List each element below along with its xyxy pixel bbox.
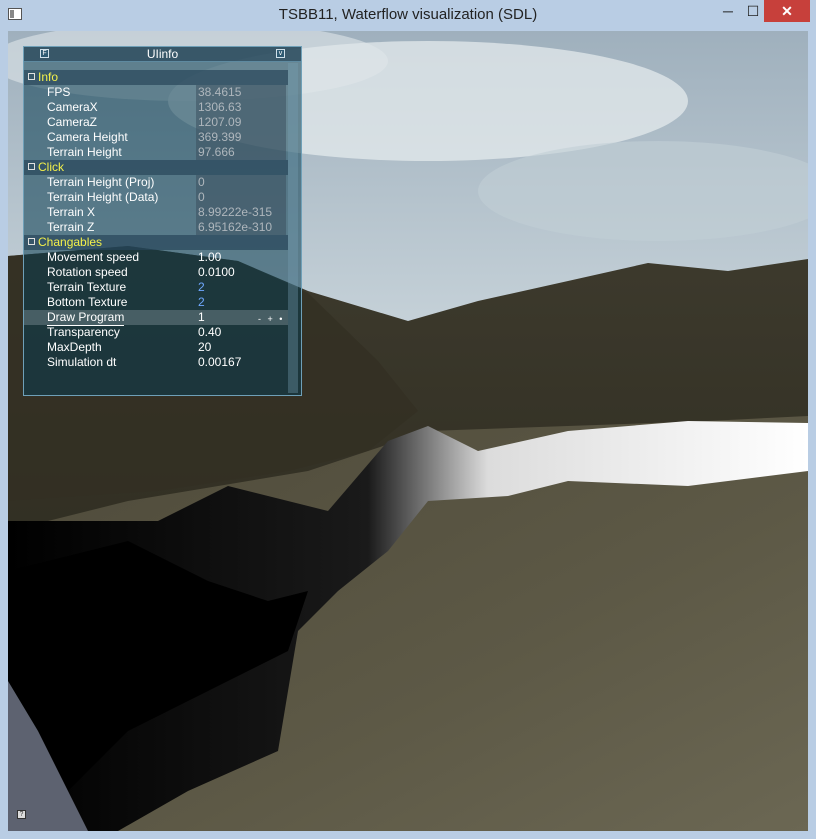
row-label: Terrain Height (Data) bbox=[47, 190, 159, 204]
window-titlebar[interactable]: TSBB11, Waterflow visualization (SDL) ─ … bbox=[0, 0, 816, 32]
row-draw-program[interactable]: Draw Program 1- + • bbox=[24, 310, 288, 326]
row-value: 1306.63 bbox=[196, 100, 286, 115]
row-terrain-height: Terrain Height 97.666 bbox=[24, 145, 288, 160]
window-title: TSBB11, Waterflow visualization (SDL) bbox=[278, 6, 538, 23]
row-bottom-texture[interactable]: Bottom Texture 2 bbox=[24, 295, 288, 310]
row-value: 0 bbox=[196, 190, 286, 205]
row-fps: FPS 38.4615 bbox=[24, 85, 288, 100]
row-rotation-speed[interactable]: Rotation speed 0.0100 bbox=[24, 265, 288, 280]
collapse-toggle-icon[interactable] bbox=[28, 73, 35, 80]
row-label: CameraZ bbox=[47, 115, 98, 129]
row-cameraz: CameraZ 1207.09 bbox=[24, 115, 288, 130]
row-terrain-height-data: Terrain Height (Data) 0 bbox=[24, 190, 288, 205]
row-label: Draw Program bbox=[47, 310, 125, 326]
row-label: Terrain Height (Proj) bbox=[47, 175, 155, 189]
terrain-texture-field[interactable]: 2 bbox=[196, 280, 286, 295]
rotation-speed-field[interactable]: 0.0100 bbox=[196, 265, 286, 280]
window-frame-right bbox=[808, 31, 816, 839]
row-value: 8.99222e-315 bbox=[196, 205, 286, 220]
row-label: Terrain Height bbox=[47, 145, 122, 159]
row-label: Camera Height bbox=[47, 130, 128, 144]
row-terrain-texture[interactable]: Terrain Texture 2 bbox=[24, 280, 288, 295]
row-terrain-x: Terrain X 8.99222e-315 bbox=[24, 205, 288, 220]
maxdepth-field[interactable]: 20 bbox=[196, 340, 286, 355]
row-terrain-z: Terrain Z 6.95162e-310 bbox=[24, 220, 288, 235]
collapse-toggle-icon[interactable] bbox=[28, 163, 35, 170]
row-label: CameraX bbox=[47, 100, 98, 114]
row-label: Simulation dt bbox=[47, 355, 117, 369]
panel-scrollbar[interactable] bbox=[288, 63, 298, 393]
group-changables[interactable]: Changables bbox=[24, 235, 288, 250]
transparency-field[interactable]: 0.40 bbox=[196, 325, 286, 340]
collapse-toggle-icon[interactable] bbox=[28, 238, 35, 245]
group-label: Info bbox=[38, 70, 59, 84]
window-frame-bottom bbox=[0, 831, 816, 839]
row-value: 38.4615 bbox=[196, 85, 286, 100]
row-simulation-dt[interactable]: Simulation dt 0.00167 bbox=[24, 355, 288, 370]
row-label: Bottom Texture bbox=[47, 295, 128, 309]
row-label: MaxDepth bbox=[47, 340, 102, 354]
row-label: Terrain X bbox=[47, 205, 96, 219]
row-camerax: CameraX 1306.63 bbox=[24, 100, 288, 115]
row-label: FPS bbox=[47, 85, 71, 99]
row-terrain-height-proj: Terrain Height (Proj) 0 bbox=[24, 175, 288, 190]
uiinfo-panel[interactable]: F UIinfo v Info FPS 38.4615 CameraX 1306.6… bbox=[23, 46, 302, 396]
window-frame-left bbox=[0, 31, 8, 839]
row-transparency[interactable]: Transparency 0.40 bbox=[24, 325, 288, 340]
bottom-texture-field[interactable]: 2 bbox=[196, 295, 286, 310]
panel-rows: Info FPS 38.4615 CameraX 1306.63 CameraZ 12… bbox=[24, 70, 288, 370]
group-info[interactable]: Info bbox=[24, 70, 288, 85]
row-camera-height: Camera Height 369.399 bbox=[24, 130, 288, 145]
group-label: Click bbox=[38, 160, 64, 174]
row-value: 97.666 bbox=[196, 145, 286, 160]
row-value: 1207.09 bbox=[196, 115, 286, 130]
group-click[interactable]: Click bbox=[24, 160, 288, 175]
movement-speed-field[interactable]: 1.00 bbox=[196, 250, 286, 265]
panel-collapse-button[interactable]: v bbox=[276, 49, 285, 58]
group-label: Changables bbox=[38, 235, 103, 249]
row-maxdepth[interactable]: MaxDepth 20 bbox=[24, 340, 288, 355]
close-button[interactable]: ✕ bbox=[764, 0, 810, 22]
panel-header[interactable]: F UIinfo v bbox=[24, 47, 301, 62]
row-value: 369.399 bbox=[196, 130, 286, 145]
row-value: 0 bbox=[196, 175, 286, 190]
row-label: Rotation speed bbox=[47, 265, 128, 279]
row-label: Terrain Texture bbox=[47, 280, 127, 294]
row-label: Transparency bbox=[47, 325, 120, 339]
row-label: Movement speed bbox=[47, 250, 140, 264]
help-button[interactable]: ? bbox=[17, 810, 26, 819]
row-value: 6.95162e-310 bbox=[196, 220, 286, 235]
panel-title: UIinfo bbox=[146, 47, 179, 61]
row-label: Terrain Z bbox=[47, 220, 95, 234]
simulation-dt-field[interactable]: 0.00167 bbox=[196, 355, 286, 370]
row-movement-speed[interactable]: Movement speed 1.00 bbox=[24, 250, 288, 265]
